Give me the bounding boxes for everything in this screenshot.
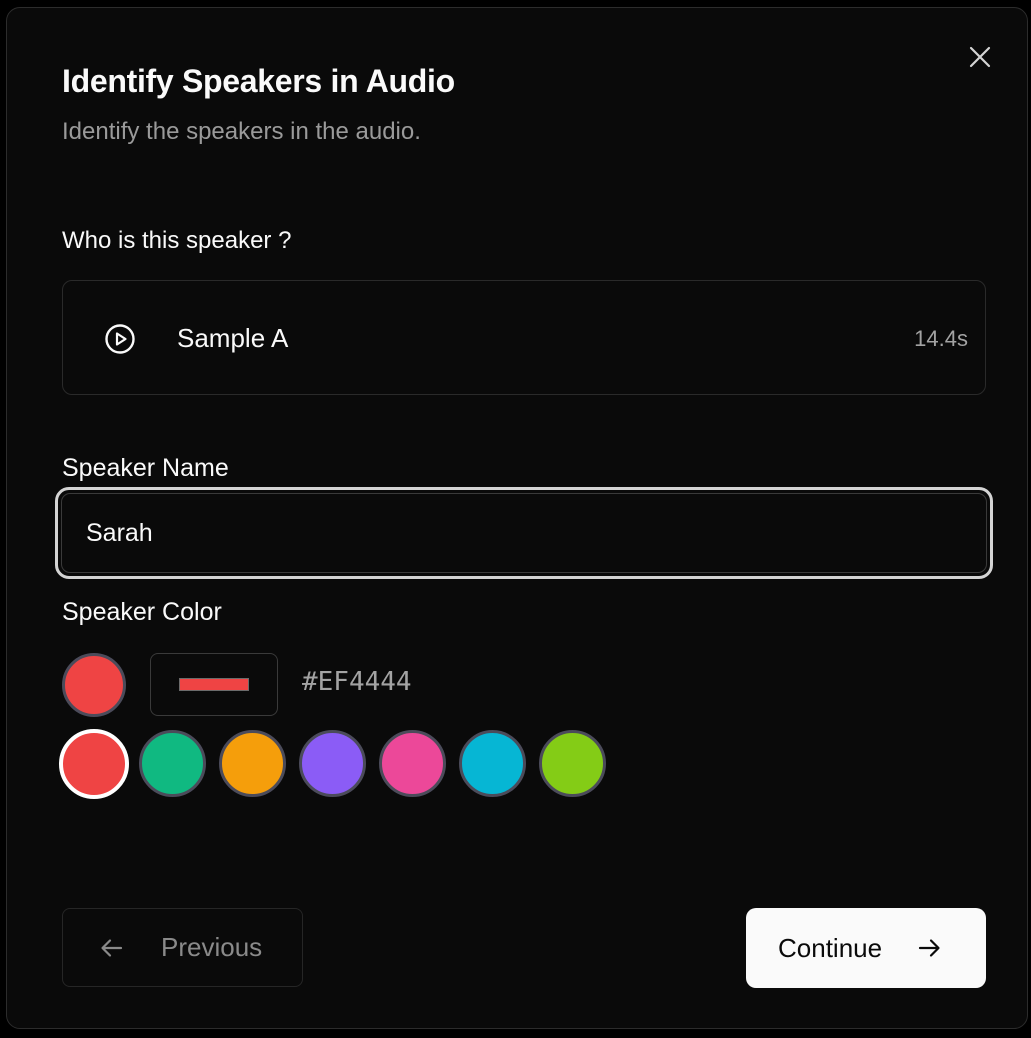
color-swatch[interactable] bbox=[459, 730, 526, 797]
dialog-subtitle: Identify the speakers in the audio. bbox=[62, 118, 421, 145]
color-picker-input[interactable] bbox=[150, 653, 278, 716]
color-picker-swatch bbox=[179, 678, 249, 691]
color-swatch[interactable] bbox=[139, 730, 206, 797]
identify-speakers-dialog: Identify Speakers in Audio Identify the … bbox=[6, 7, 1028, 1029]
arrow-left-icon bbox=[101, 938, 123, 957]
speaker-name-label: Speaker Name bbox=[62, 454, 229, 482]
selected-color-preview bbox=[62, 653, 126, 717]
close-button[interactable] bbox=[967, 44, 993, 70]
speaker-question: Who is this speaker ? bbox=[62, 227, 292, 254]
color-swatch[interactable] bbox=[299, 730, 366, 797]
audio-sample-card: Sample A 14.4s bbox=[62, 280, 986, 395]
play-button[interactable] bbox=[104, 323, 136, 355]
color-swatch[interactable] bbox=[539, 730, 606, 797]
speaker-color-label: Speaker Color bbox=[62, 598, 222, 626]
close-icon bbox=[969, 46, 991, 68]
previous-button[interactable]: Previous bbox=[62, 908, 303, 987]
speaker-name-input[interactable] bbox=[61, 493, 987, 573]
sample-name: Sample A bbox=[177, 323, 289, 353]
color-hex-value: #EF4444 bbox=[302, 667, 412, 697]
arrow-right-icon bbox=[918, 939, 940, 957]
previous-button-label: Previous bbox=[161, 932, 263, 962]
speaker-name-field-focus-ring bbox=[55, 487, 993, 579]
sample-duration: 14.4s bbox=[914, 326, 968, 351]
continue-button-label: Continue bbox=[778, 932, 883, 963]
color-swatch[interactable] bbox=[59, 729, 129, 799]
dialog-title: Identify Speakers in Audio bbox=[62, 63, 455, 99]
continue-button[interactable]: Continue bbox=[746, 908, 986, 988]
color-palette bbox=[59, 729, 606, 799]
play-circle-icon bbox=[105, 324, 135, 354]
color-swatch[interactable] bbox=[219, 730, 286, 797]
color-swatch[interactable] bbox=[379, 730, 446, 797]
